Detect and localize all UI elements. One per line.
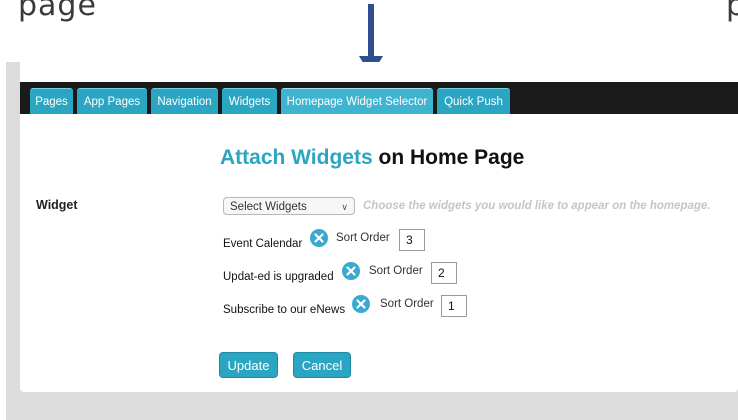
widget-name: Updat-ed is upgraded [223, 271, 334, 283]
sort-order-label: Sort Order [380, 298, 434, 310]
remove-icon[interactable] [310, 229, 328, 247]
sort-order-input[interactable]: 3 [399, 229, 425, 251]
tab-bar: Pages App Pages Navigation Widgets Homep… [20, 82, 738, 114]
page-title-rest: on Home Page [372, 146, 525, 169]
tab-pages[interactable]: Pages [30, 88, 73, 114]
content-panel: Pages App Pages Navigation Widgets Homep… [20, 62, 738, 392]
update-button[interactable]: Update [219, 352, 278, 378]
sort-order-label: Sort Order [369, 265, 423, 277]
widget-select-value: Select Widgets [230, 201, 307, 213]
widget-label: Widget [36, 198, 78, 212]
widget-name: Event Calendar [223, 238, 303, 250]
tab-widgets[interactable]: Widgets [222, 88, 277, 114]
app-screenshot: Pages App Pages Navigation Widgets Homep… [6, 62, 738, 420]
caption-left-text: page [18, 0, 97, 23]
chevron-down-icon: ∨ [341, 202, 348, 212]
widget-select[interactable]: Select Widgets ∨ [223, 197, 355, 215]
tab-app-pages[interactable]: App Pages [77, 88, 147, 114]
sort-order-input[interactable]: 1 [441, 295, 467, 317]
cancel-button[interactable]: Cancel [293, 352, 351, 378]
remove-icon[interactable] [352, 295, 370, 313]
sort-order-input[interactable]: 2 [431, 262, 457, 284]
widget-name: Subscribe to our eNews [223, 304, 346, 316]
tab-homepage-widget-selector[interactable]: Homepage Widget Selector [281, 88, 433, 114]
page-title: Attach Widgets on Home Page [220, 146, 524, 170]
tab-navigation[interactable]: Navigation [151, 88, 218, 114]
widget-select-hint: Choose the widgets you would like to app… [363, 200, 711, 212]
tab-quick-push[interactable]: Quick Push [437, 88, 510, 114]
remove-icon[interactable] [342, 262, 360, 280]
sort-order-label: Sort Order [336, 232, 390, 244]
caption-right-text: p [725, 0, 738, 23]
page-title-accent: Attach Widgets [220, 146, 373, 169]
